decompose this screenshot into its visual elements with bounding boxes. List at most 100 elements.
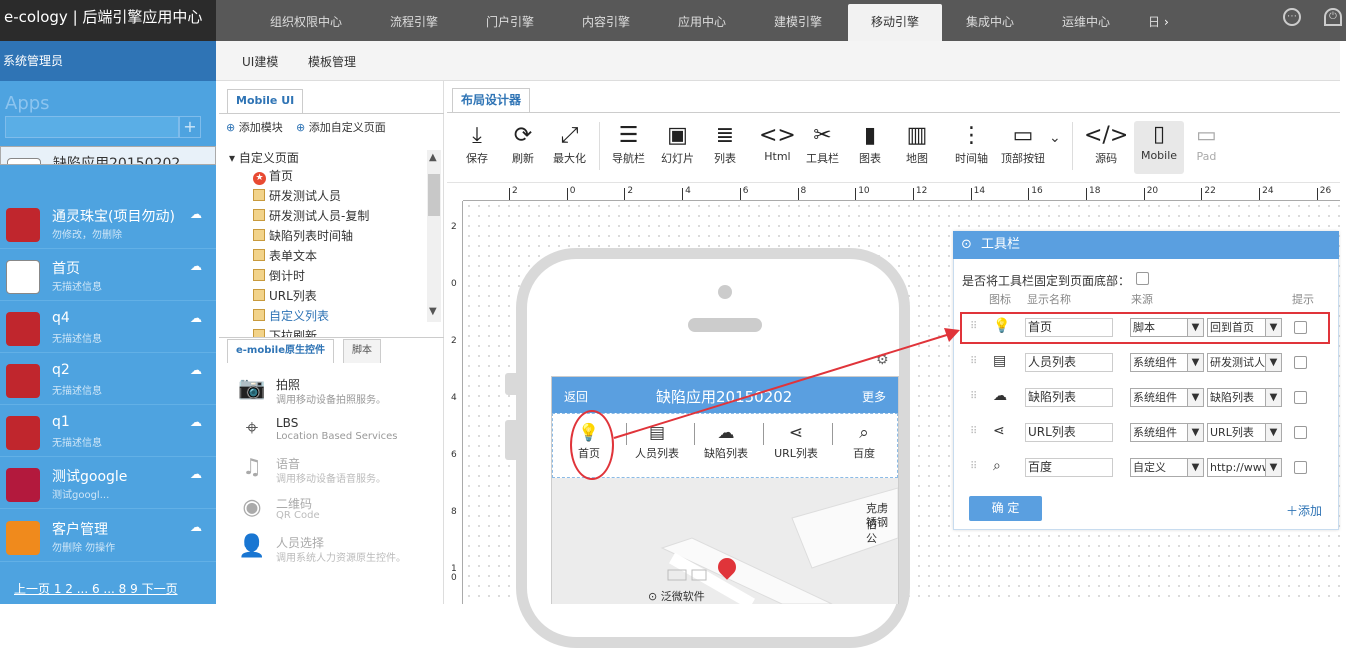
refresh-button[interactable]: ⟳ 刷新 — [512, 122, 534, 166]
tip-checkbox[interactable] — [1294, 391, 1307, 404]
tab-layout-designer[interactable]: 布局设计器 — [452, 88, 531, 112]
name-input[interactable]: 缺陷列表 — [1025, 388, 1113, 407]
add-app-button[interactable]: + — [179, 116, 201, 138]
top-button-button[interactable]: ▭ 顶部按钮 — [1001, 122, 1045, 166]
tab-mobile-ui[interactable]: Mobile UI — [227, 89, 304, 113]
app-item[interactable]: q4 无描述信息 ☁ — [0, 301, 216, 353]
tab-integration[interactable]: 集成中心 — [942, 0, 1038, 41]
tab-script[interactable]: 脚本 — [343, 339, 381, 363]
source-select[interactable]: 系统组件 ▼ — [1130, 423, 1204, 442]
add-custom-page-button[interactable]: ⊕ 添加自定义页面 — [296, 119, 386, 135]
cloud-upload-icon[interactable]: ☁ — [190, 207, 202, 221]
tab-portal[interactable]: 门户引擎 — [462, 0, 558, 41]
tree-item[interactable]: 研发测试人员 — [253, 187, 341, 204]
chevron-up-icon[interactable]: ▲ — [429, 152, 437, 163]
power-icon[interactable]: ⏻ — [1324, 8, 1342, 26]
app-item[interactable]: 首页 无描述信息 ☁ — [0, 249, 216, 301]
html-button[interactable]: <> Html — [759, 122, 796, 163]
target-select[interactable]: http://www.b ▼ — [1207, 458, 1282, 477]
tree-item[interactable]: 研发测试人员-复制 — [253, 207, 369, 224]
drag-handle-icon[interactable]: ⠿ — [970, 391, 977, 402]
tab-workflow[interactable]: 流程引擎 — [366, 0, 462, 41]
tab-ops[interactable]: 运维中心 — [1038, 0, 1134, 41]
tab-native-controls[interactable]: e-mobile原生控件 — [227, 339, 335, 363]
tree-item[interactable]: URL列表 — [253, 287, 317, 304]
tree-root-label: 自定义页面 — [238, 151, 299, 165]
maximize-button[interactable]: ⤢ 最大化 — [553, 122, 586, 166]
search-icon[interactable]: ⌕ — [993, 458, 1001, 474]
app-item[interactable]: q1 无描述信息 ☁ — [0, 405, 216, 457]
target-select[interactable]: URL列表 ▼ — [1207, 423, 1282, 442]
app-item[interactable]: 缺陷应用20150202无描述信息☁ — [0, 146, 216, 165]
cloud-upload-icon[interactable]: ☁ — [190, 520, 202, 534]
more-icon[interactable]: ⋯ — [1283, 8, 1301, 26]
save-button[interactable]: ⤓ 保存 — [466, 122, 488, 166]
tab-app-center[interactable]: 应用中心 — [654, 0, 750, 41]
ok-button[interactable]: 确 定 — [969, 496, 1042, 521]
tab-mobile[interactable]: 移动引擎 — [848, 4, 942, 41]
tip-checkbox[interactable] — [1294, 461, 1307, 474]
cloud-icon[interactable]: ☁ — [993, 388, 1007, 404]
drag-handle-icon[interactable]: ⠿ — [970, 461, 977, 472]
subtab-template[interactable]: 模板管理 — [308, 53, 356, 70]
drag-handle-icon[interactable]: ⠿ — [970, 356, 977, 367]
name-input[interactable]: 人员列表 — [1025, 353, 1113, 372]
mobile-button[interactable]: ▯ Mobile — [1134, 121, 1184, 174]
cloud-upload-icon[interactable]: ☁ — [190, 363, 202, 377]
fix-bottom-checkbox[interactable] — [1136, 272, 1149, 285]
app-item[interactable]: 测试google 测试googl... ☁ — [0, 457, 216, 509]
drag-handle-icon[interactable]: ⠿ — [970, 426, 977, 437]
navbar-button[interactable]: ☰ 导航栏 — [612, 122, 645, 166]
tree-item[interactable]: 表单文本 — [253, 247, 317, 264]
tab-content[interactable]: 内容引擎 — [558, 0, 654, 41]
tab-more[interactable]: 日 › — [1148, 0, 1188, 41]
source-select[interactable]: 自定义 ▼ — [1130, 458, 1204, 477]
list-button[interactable]: ≣ 列表 — [714, 122, 736, 166]
app-name: 测试google — [52, 469, 128, 485]
app-item[interactable]: 客户管理 勿删除 勿操作 ☁ — [0, 510, 216, 562]
subtab-ui-model[interactable]: UI建模 — [242, 53, 278, 70]
tree-item[interactable]: ★ 首页 — [253, 167, 293, 185]
card-icon[interactable]: ▤ — [993, 353, 1006, 369]
tip-checkbox[interactable] — [1294, 356, 1307, 369]
timeline-button[interactable]: ⋮ 时间轴 — [955, 122, 988, 166]
tab-org[interactable]: 组织权限中心 — [256, 0, 356, 41]
source-button[interactable]: </> 源码 — [1084, 122, 1128, 166]
pad-button[interactable]: ▭ Pad — [1196, 122, 1217, 163]
add-module-button[interactable]: ⊕ 添加模块 — [226, 119, 283, 135]
share-icon[interactable]: ⋖ — [993, 423, 1005, 439]
app-item[interactable]: 通灵珠宝(项目勿动) 勿修改，勿删除 ☁ — [0, 197, 216, 249]
tip-checkbox[interactable] — [1294, 426, 1307, 439]
source-select[interactable]: 系统组件 ▼ — [1130, 388, 1204, 407]
tree-item[interactable]: 自定义列表 — [253, 307, 329, 324]
apps-search-input[interactable] — [5, 116, 179, 138]
cloud-upload-icon[interactable]: ☁ — [190, 311, 202, 325]
cloud-upload-icon[interactable]: ☁ — [190, 259, 202, 273]
name-input[interactable]: URL列表 — [1025, 423, 1113, 442]
pager[interactable]: 上一页 1 2 ... 6 ... 8 9 下一页 — [14, 580, 178, 597]
mobile-back-button[interactable]: 返回 — [564, 388, 588, 405]
map-button[interactable]: ▥ 地图 — [906, 122, 928, 166]
toolbar-button[interactable]: ✂ 工具栏 — [806, 122, 839, 166]
app-item[interactable]: q2 无描述信息 ☁ — [0, 353, 216, 405]
add-row-button[interactable]: ＋添加 — [1286, 502, 1322, 519]
chevron-down-icon[interactable]: ▼ — [429, 306, 437, 317]
target-select[interactable]: 缺陷列表 ▼ — [1207, 388, 1282, 407]
cloud-upload-icon[interactable]: ☁ — [190, 415, 202, 429]
cloud-upload-icon[interactable]: ☁ — [190, 467, 202, 481]
chart-button[interactable]: ▮ 图表 — [859, 122, 881, 166]
tree-scrollbar[interactable]: ▲ ▼ — [427, 150, 441, 322]
tree-item[interactable]: 倒计时 — [253, 267, 305, 284]
chevron-double-down-icon[interactable]: ⌄ — [1049, 130, 1061, 146]
tree-root[interactable]: ▾ 自定义页面 — [229, 149, 299, 166]
map-view[interactable]: 克虏伯 锈钢公 ⊙ 泛微软件 — [552, 478, 898, 604]
target-select[interactable]: 研发测试人 ▼ — [1207, 353, 1282, 372]
cloud-upload-icon[interactable]: ☁ — [189, 157, 201, 164]
slideshow-button[interactable]: ▣ 幻灯片 — [661, 122, 694, 166]
tab-modeling[interactable]: 建模引擎 — [750, 0, 846, 41]
tree-item[interactable]: 缺陷列表时间轴 — [253, 227, 353, 244]
collapse-icon[interactable]: ⊙ — [961, 231, 972, 259]
scroll-thumb[interactable] — [428, 174, 440, 216]
source-select[interactable]: 系统组件 ▼ — [1130, 353, 1204, 372]
name-input[interactable]: 百度 — [1025, 458, 1113, 477]
